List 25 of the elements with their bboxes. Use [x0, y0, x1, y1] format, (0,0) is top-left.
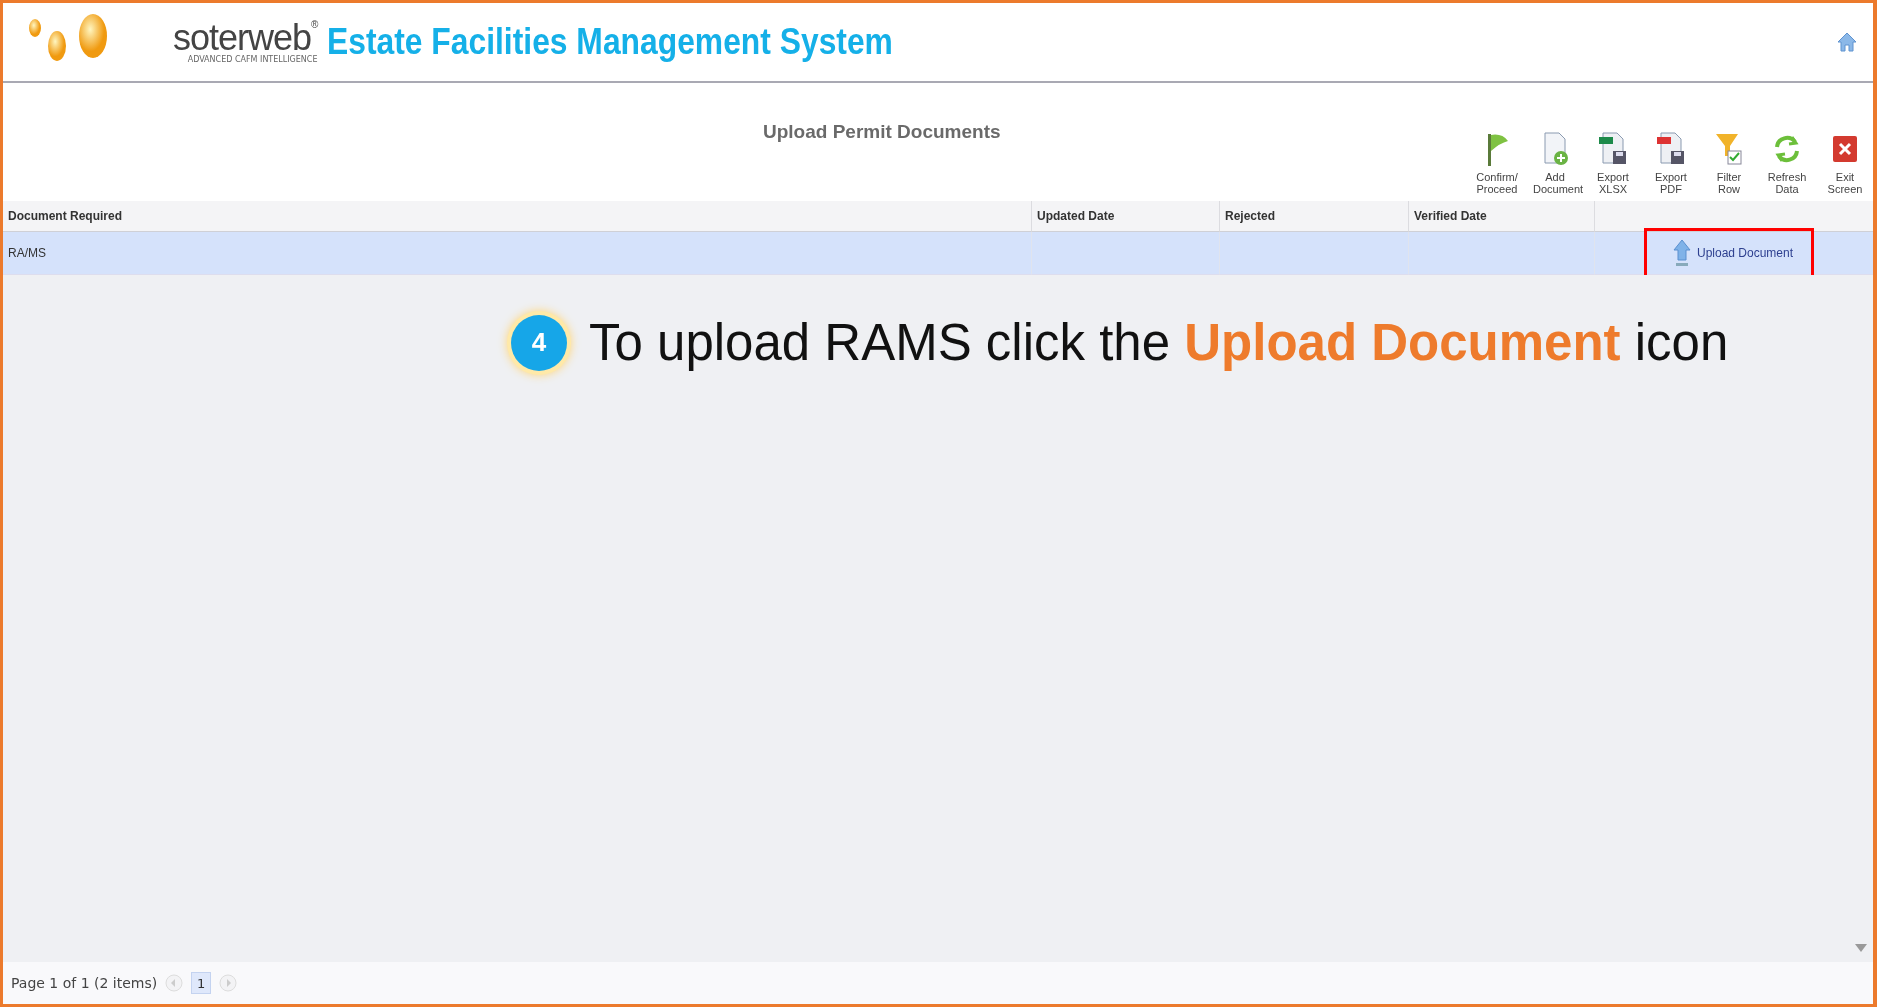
toolbar-button[interactable]: Filter Row — [1703, 130, 1755, 195]
toolbar-button[interactable]: Export XLSX — [1587, 130, 1639, 195]
toolbar-button[interactable]: Confirm/ Proceed — [1471, 130, 1523, 195]
column-header[interactable]: Updated Date — [1032, 201, 1220, 232]
page-button[interactable]: 1 — [191, 972, 212, 994]
home-icon[interactable] — [1835, 30, 1859, 54]
logo-tagline: ADVANCED CAFM INTELLIGENCE — [187, 56, 318, 64]
next-page-icon[interactable] — [219, 974, 238, 992]
step-badge: 4 — [511, 314, 567, 371]
logo-wordmark: soterweb$^{®}$ — [173, 20, 318, 56]
toolbar-button[interactable]: Export PDF — [1645, 130, 1697, 195]
previous-page-icon[interactable] — [165, 974, 184, 992]
up-arrow-icon — [1672, 239, 1691, 267]
scroll-down-icon[interactable] — [1855, 944, 1867, 952]
toolbar-button[interactable]: Refresh Data — [1761, 130, 1813, 195]
page-title: Upload Permit Documents — [763, 121, 1001, 143]
column-header[interactable]: Document Required — [3, 201, 1032, 232]
toolbar-button[interactable]: Exit Screen — [1819, 130, 1871, 195]
column-header[interactable]: Verified Date — [1409, 201, 1595, 232]
column-header[interactable]: Rejected — [1220, 201, 1409, 232]
pager-summary: Page 1 of 1 (2 items) — [11, 975, 158, 991]
instruction-text: To upload RAMS click the Upload Document icon — [589, 313, 1729, 372]
table-cell: RA/MS — [3, 232, 1032, 275]
toolbar-button[interactable]: Add Document — [1529, 130, 1581, 195]
app-title: Estate Facilities Management System — [327, 21, 894, 63]
